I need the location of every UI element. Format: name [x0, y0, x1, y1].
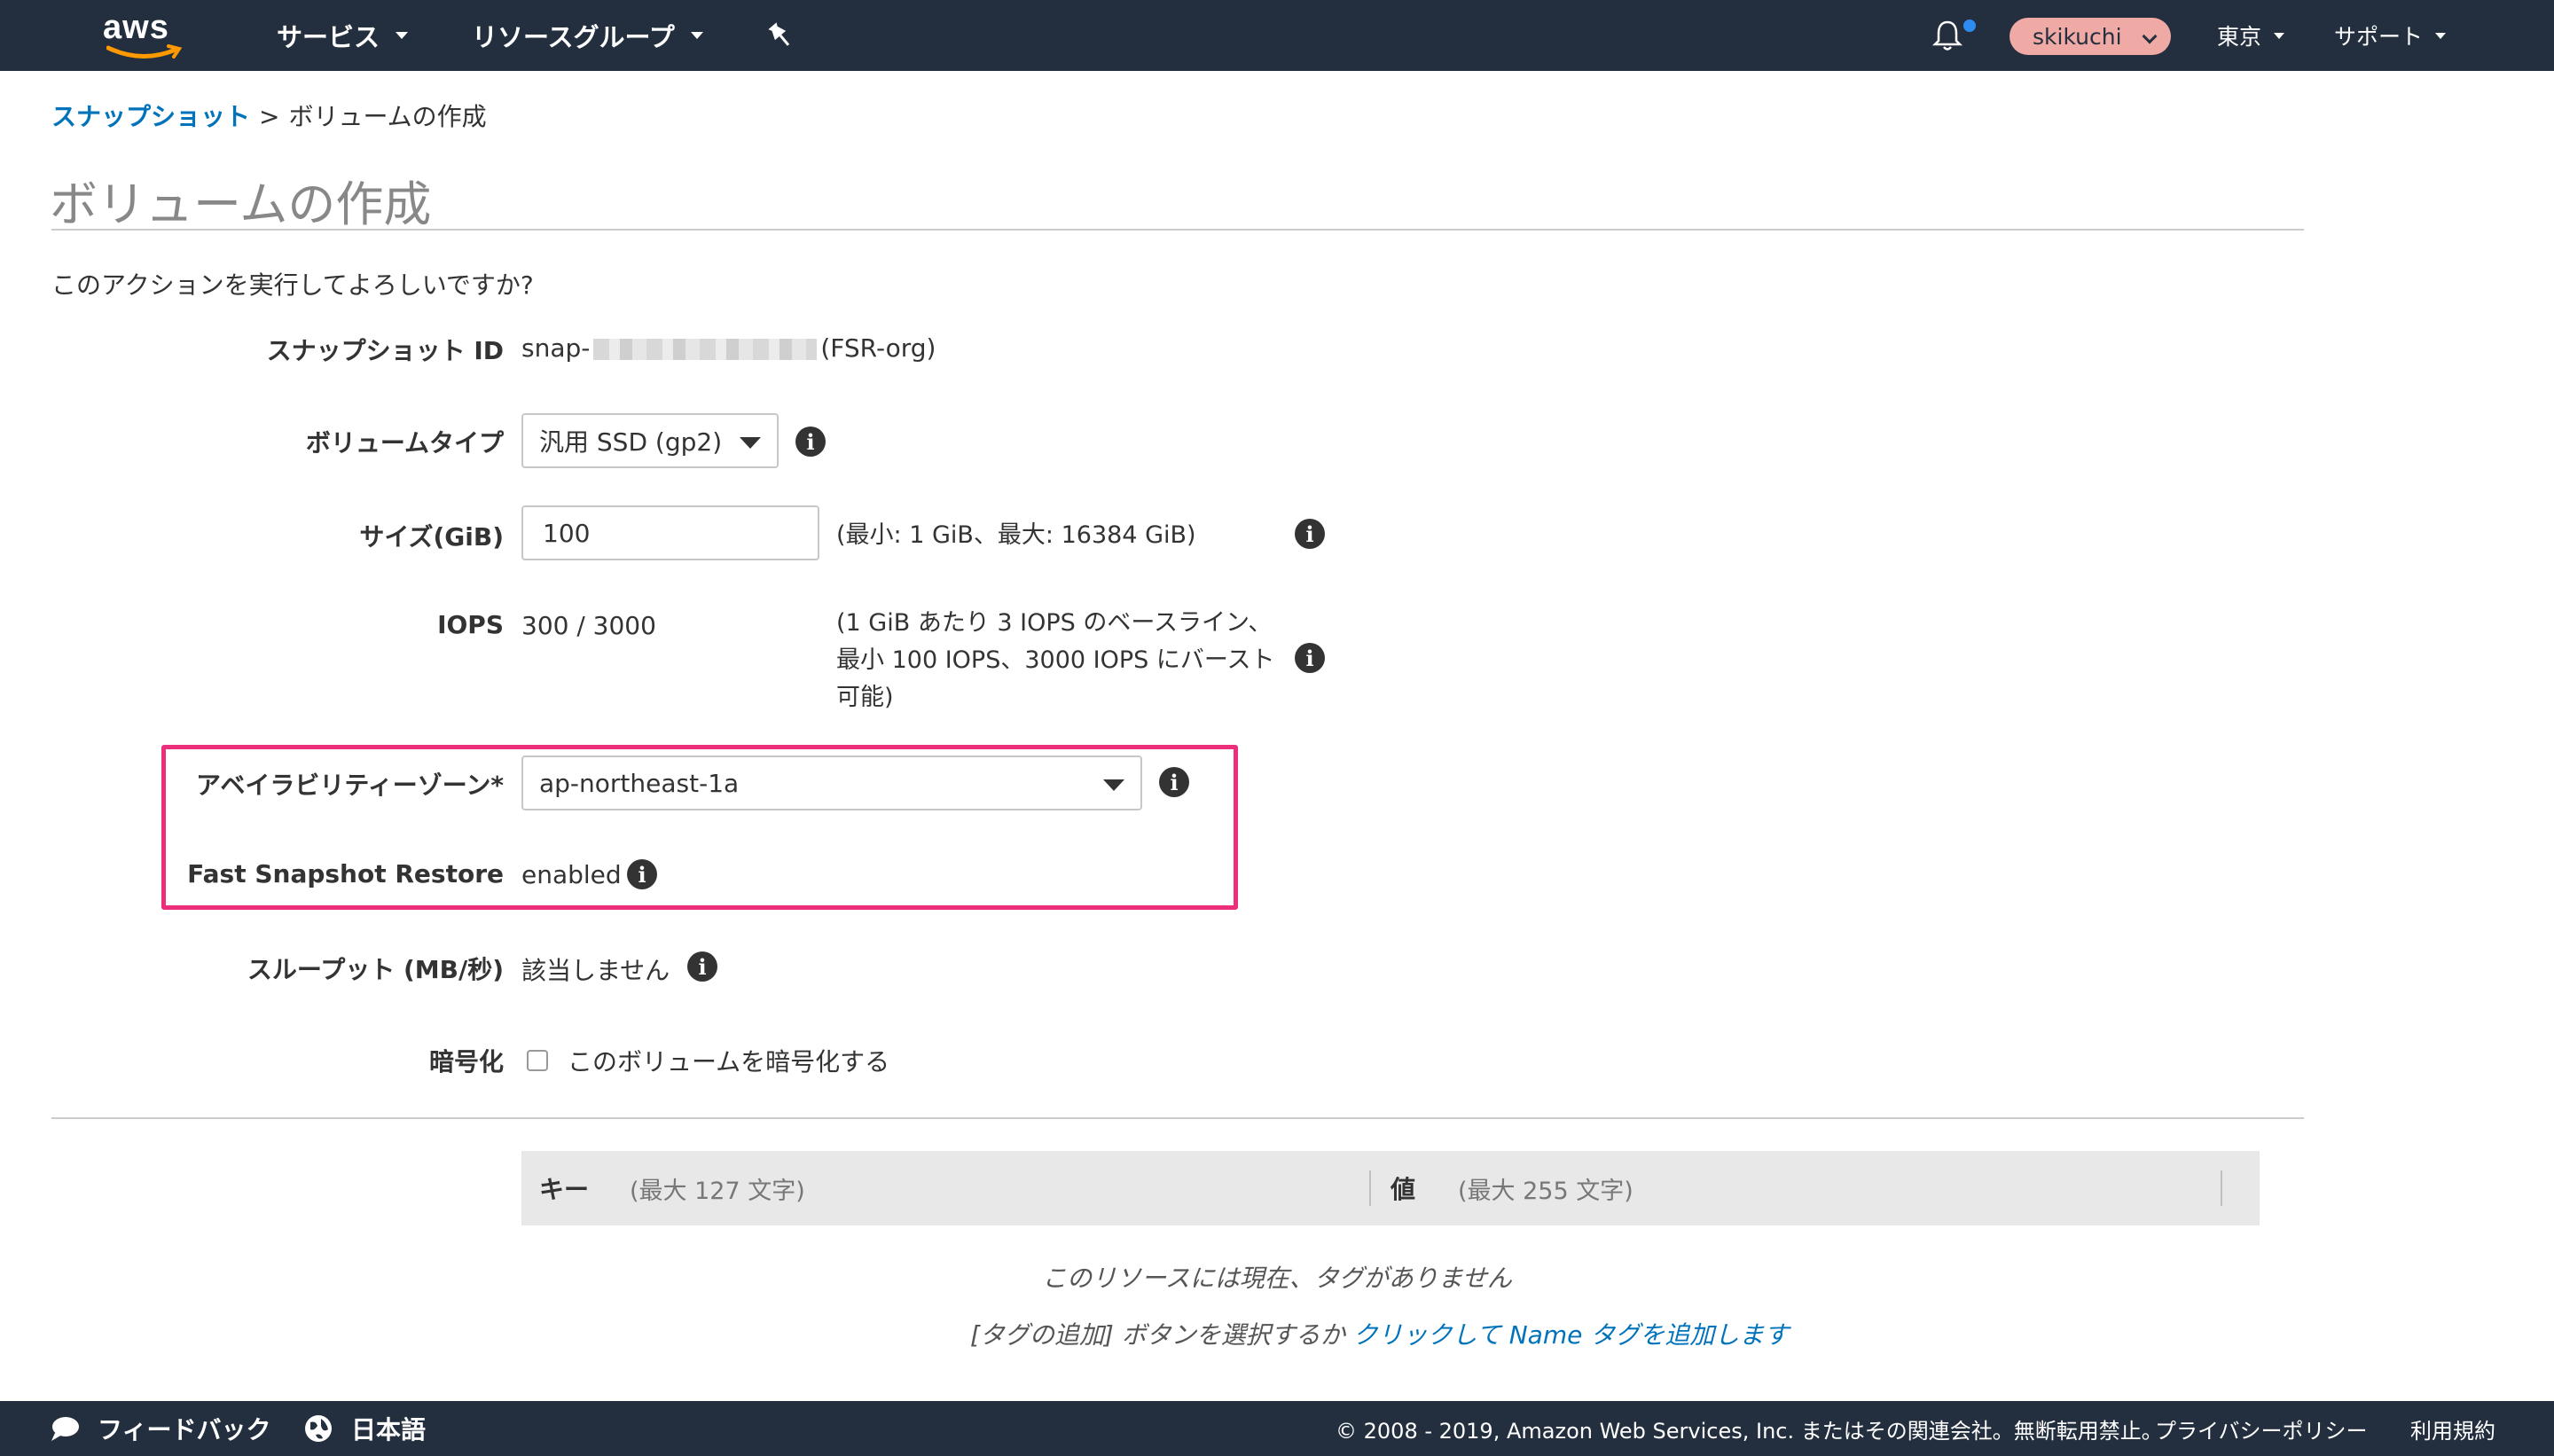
add-name-tag-link[interactable]: クリックして Name タグを追加します [1353, 1320, 1790, 1350]
iops-label: IOPS [437, 610, 504, 639]
encryption-label: 暗号化 [428, 1047, 504, 1076]
services-menu[interactable]: サービス [277, 0, 409, 71]
iops-hint-line-3: 可能) [836, 684, 894, 711]
iops-hint-line-1: (1 GiB あたり 3 IOPS のベースライン、 [836, 609, 1273, 637]
chevron-down-icon [2274, 32, 2285, 39]
tag-table-header: キー (最大 127 文字) 値 (最大 255 文字) [521, 1151, 2260, 1225]
region-menu[interactable]: 東京 [2217, 0, 2285, 71]
tag-value-header: 値 [1391, 1175, 1416, 1204]
fast-snapshot-restore-value: enabled [521, 860, 622, 889]
chevron-down-icon [690, 32, 703, 39]
iops-info-icon[interactable]: i [1295, 643, 1325, 673]
availability-zone-info-icon[interactable]: i [1159, 767, 1189, 797]
iops-hint-line-2: 最小 100 IOPS、3000 IOPS にバースト [836, 646, 1275, 674]
dropdown-arrow-icon [1103, 779, 1124, 791]
column-divider [1369, 1170, 1371, 1206]
add-tag-instructions: [タグの追加] ボタンを選択するか クリックして Name タグを追加します [970, 1316, 1789, 1351]
volume-type-value: 汎用 SSD (gp2) [539, 427, 723, 457]
encrypt-volume-checkbox-label[interactable]: このボリュームを暗号化する [568, 1043, 889, 1078]
globe-icon [305, 1415, 332, 1442]
speech-bubble-icon [51, 1417, 79, 1441]
fast-snapshot-restore-label: Fast Snapshot Restore [187, 859, 504, 888]
chevron-down-icon [2142, 28, 2158, 44]
column-divider [2221, 1170, 2222, 1206]
resource-groups-menu[interactable]: リソースグループ [472, 0, 703, 71]
breadcrumb-current: ボリュームの作成 [288, 102, 487, 131]
size-input-value: 100 [543, 518, 591, 548]
copyright-text: © 2008 - 2019, Amazon Web Services, Inc.… [1336, 1418, 2163, 1444]
size-info-icon[interactable]: i [1295, 519, 1325, 549]
top-navigation-bar: aws サービス リソースグループ skikuchi 東京 サポート [0, 0, 2554, 71]
confirmation-prompt: このアクションを実行してよろしいですか? [51, 270, 534, 300]
snapshot-id-prefix: snap- [521, 333, 591, 363]
availability-zone-select[interactable]: ap-northeast-1a [521, 755, 1142, 810]
size-label: サイズ(GiB) [359, 522, 504, 552]
user-menu[interactable]: skikuchi [2010, 18, 2171, 55]
dropdown-arrow-icon [740, 437, 761, 449]
section-divider [51, 1117, 2304, 1119]
throughput-info-icon[interactable]: i [687, 951, 717, 982]
region-menu-label: 東京 [2217, 24, 2262, 50]
chevron-down-icon [2435, 32, 2447, 39]
resource-groups-menu-label: リソースグループ [472, 22, 675, 52]
language-selector[interactable]: 日本語 [351, 1401, 426, 1456]
footer-bar: フィードバック 日本語 © 2008 - 2019, Amazon Web Se… [0, 1401, 2554, 1456]
volume-type-info-icon[interactable]: i [795, 427, 826, 457]
snapshot-id-value: snap- (FSR-org) [521, 333, 936, 363]
fast-snapshot-restore-info-icon[interactable]: i [627, 859, 657, 889]
breadcrumb-separator: > [259, 102, 280, 131]
redacted-snapshot-id [593, 339, 818, 360]
throughput-value: 該当しません [521, 956, 670, 985]
tag-key-limit: (最大 127 文字) [630, 1177, 805, 1205]
aws-smile-icon [106, 44, 183, 59]
breadcrumb-snapshots-link[interactable]: スナップショット [51, 98, 250, 133]
iops-value: 300 / 3000 [521, 611, 656, 640]
terms-of-use-link[interactable]: 利用規約 [2410, 1401, 2495, 1456]
support-menu[interactable]: サポート [2334, 0, 2447, 71]
bell-icon[interactable] [1930, 18, 1965, 53]
snapshot-id-suffix: (FSR-org) [820, 333, 936, 363]
size-hint: (最小: 1 GiB、最大: 16384 GiB) [836, 521, 1196, 549]
throughput-label: スループット (MB/秒) [247, 955, 504, 984]
availability-zone-value: ap-northeast-1a [539, 768, 740, 798]
volume-type-label: ボリュームタイプ [305, 428, 504, 458]
add-tag-prefix: [タグの追加] ボタンを選択するか [970, 1320, 1345, 1350]
user-name: skikuchi [2033, 23, 2122, 50]
notification-dot [1963, 20, 1976, 32]
page-title: ボリュームの作成 [50, 176, 432, 232]
size-input[interactable]: 100 [521, 505, 819, 560]
iops-hint: (1 GiB あたり 3 IOPS のベースライン、 最小 100 IOPS、3… [836, 605, 1275, 716]
availability-zone-label: アベイラビリティーゾーン* [195, 771, 504, 800]
chevron-down-icon [396, 32, 409, 39]
aws-logo-text: aws [103, 9, 169, 46]
feedback-link[interactable]: フィードバック [98, 1401, 270, 1456]
volume-type-select[interactable]: 汎用 SSD (gp2) [521, 413, 779, 468]
no-tags-message: このリソースには現在、タグがありません [1042, 1264, 1512, 1293]
privacy-policy-link[interactable]: プライバシーポリシー [2155, 1401, 2368, 1456]
services-menu-label: サービス [277, 22, 380, 52]
snapshot-id-label: スナップショット ID [266, 336, 504, 365]
breadcrumb: スナップショット > ボリュームの作成 [51, 98, 487, 133]
support-menu-label: サポート [2334, 24, 2424, 50]
tag-value-limit: (最大 255 文字) [1458, 1177, 1633, 1205]
pin-icon[interactable] [764, 20, 796, 51]
aws-logo[interactable]: aws [103, 9, 188, 60]
encrypt-volume-checkbox[interactable] [527, 1050, 548, 1071]
title-divider [51, 229, 2304, 231]
tag-key-header: キー [539, 1175, 590, 1204]
